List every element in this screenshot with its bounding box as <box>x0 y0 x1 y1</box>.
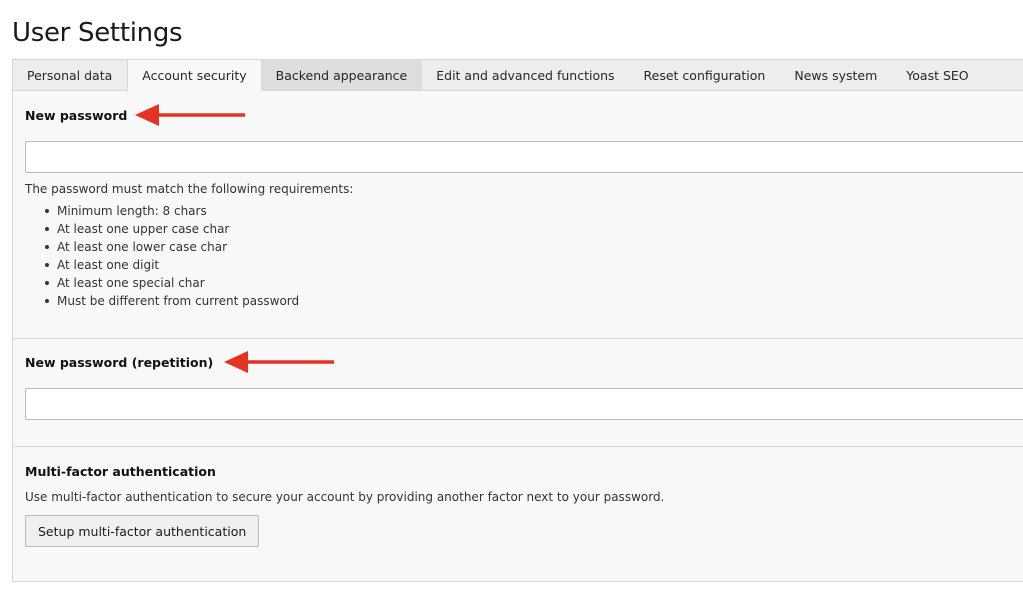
new-password-label: New password <box>25 108 128 123</box>
left-arrow-icon <box>135 104 245 126</box>
tab-personal-data[interactable]: Personal data <box>13 60 127 90</box>
tab-news-system[interactable]: News system <box>780 60 892 90</box>
account-security-panel: New password The password must match the… <box>12 90 1023 582</box>
tab-yoast-seo[interactable]: Yoast SEO <box>892 60 983 90</box>
setup-mfa-button[interactable]: Setup multi-factor authentication <box>25 515 260 547</box>
page-title: User Settings <box>12 18 183 48</box>
requirement-text: At least one upper case char <box>57 222 230 236</box>
requirement-text: At least one digit <box>57 258 160 272</box>
new-password-repeat-input[interactable] <box>25 388 1023 420</box>
list-item: At least one lower case char <box>25 238 299 256</box>
new-password-input[interactable] <box>25 141 1023 173</box>
bullet-icon <box>45 209 49 213</box>
tab-reset-configuration[interactable]: Reset configuration <box>630 60 781 90</box>
section-divider <box>13 338 1023 339</box>
list-item: At least one digit <box>25 256 299 274</box>
new-password-repeat-label: New password (repetition) <box>25 355 214 370</box>
section-divider <box>13 446 1023 447</box>
list-item: Must be different from current password <box>25 292 299 310</box>
bullet-icon <box>45 299 49 303</box>
password-requirements-list: Minimum length: 8 chars At least one upp… <box>25 202 299 310</box>
bullet-icon <box>45 281 49 285</box>
mfa-heading: Multi-factor authentication <box>25 464 216 479</box>
bullet-icon <box>45 263 49 267</box>
requirement-text: At least one special char <box>57 276 205 290</box>
tab-bar: Personal data Account security Backend a… <box>12 59 1023 91</box>
tab-account-security[interactable]: Account security <box>127 60 262 91</box>
list-item: At least one special char <box>25 274 299 292</box>
tab-backend-appearance[interactable]: Backend appearance <box>261 60 423 90</box>
password-requirements-intro: The password must match the following re… <box>25 182 354 196</box>
left-arrow-icon <box>224 351 334 373</box>
list-item: Minimum length: 8 chars <box>25 202 299 220</box>
bullet-icon <box>45 245 49 249</box>
tab-edit-advanced-functions[interactable]: Edit and advanced functions <box>422 60 629 90</box>
requirement-text: At least one lower case char <box>57 240 228 254</box>
mfa-description: Use multi-factor authentication to secur… <box>25 490 665 504</box>
requirement-text: Minimum length: 8 chars <box>57 204 207 218</box>
list-item: At least one upper case char <box>25 220 299 238</box>
bullet-icon <box>45 227 49 231</box>
requirement-text: Must be different from current password <box>57 294 300 308</box>
